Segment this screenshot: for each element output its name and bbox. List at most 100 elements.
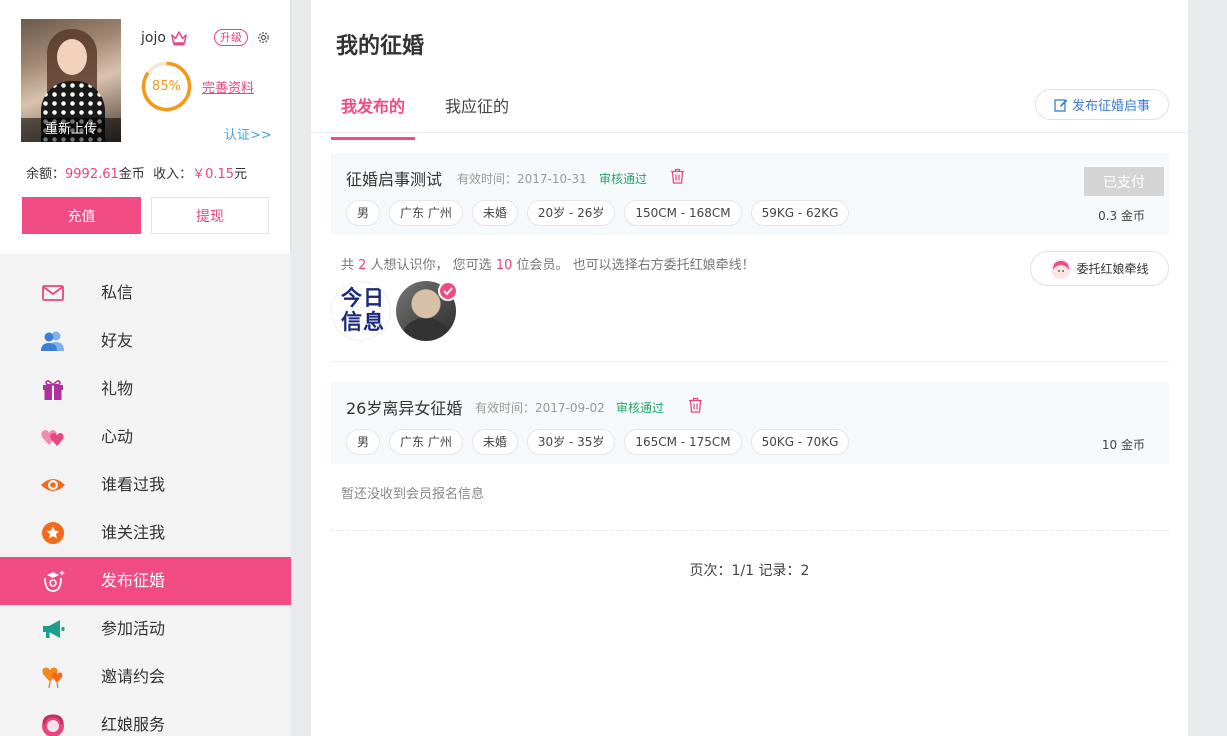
trash-icon[interactable] xyxy=(688,397,703,413)
sidebar-item-label: 发布征婚 xyxy=(101,571,166,590)
recharge-button[interactable]: 充值 xyxy=(22,197,141,234)
gear-icon[interactable] xyxy=(256,30,271,45)
income-unit: 元 xyxy=(234,167,248,182)
eye-icon xyxy=(41,479,65,491)
paid-button: 已支付 xyxy=(1084,167,1164,196)
post-tags: 男 广东 广州 未婚 30岁 - 35岁 165CM - 175CM 50KG … xyxy=(346,429,850,455)
page-title: 我的征婚 xyxy=(336,34,425,59)
sidebar-item-visitors[interactable]: 谁看过我 xyxy=(0,461,291,509)
balance-unit: 金币 xyxy=(118,167,145,182)
sidebar-item-matchmaker[interactable]: 红娘服务 xyxy=(0,701,291,736)
sidebar-item-publish[interactable]: 发布征婚 xyxy=(0,557,291,605)
post-tags: 男 广东 广州 未婚 20岁 - 26岁 150CM - 168CM 59KG … xyxy=(346,200,850,226)
withdraw-button[interactable]: 提现 xyxy=(151,197,269,234)
balloon-heart-icon xyxy=(42,667,63,689)
post-coin-amount: 0.3 金币 xyxy=(1098,209,1145,223)
tag-height: 165CM - 175CM xyxy=(624,429,742,455)
post-card: 26岁离异女征婚 有效时间：2017-09-02 审核通过 男 广东 广州 未婚… xyxy=(331,382,1169,464)
post-title[interactable]: 征婚启事测试 xyxy=(346,166,442,190)
sidebar-item-label: 私信 xyxy=(101,283,134,302)
balance-value: 9992.61 xyxy=(65,167,119,182)
pagination-info: 页次：1/1 记录：2 xyxy=(689,563,810,579)
post-card: 征婚启事测试 有效时间：2017-10-31 审核通过 男 广东 广州 未婚 2… xyxy=(331,153,1169,235)
reupload-avatar-button[interactable]: 重新上传 xyxy=(21,118,121,142)
tag-marital: 未婚 xyxy=(471,200,518,226)
trash-icon[interactable] xyxy=(670,168,685,184)
tag-height: 150CM - 168CM xyxy=(624,200,742,226)
profile-progress-text: 85% xyxy=(152,79,181,94)
post-status-badge: 审核通过 xyxy=(616,401,665,415)
member-avatar[interactable]: 今日信息 xyxy=(331,281,391,341)
tab-my-applications[interactable]: 我应征的 xyxy=(435,93,519,137)
interest-summary: 共 2 人想认识你， 您可选 10 位会员。 也可以选择右方委托红娘牵线！ xyxy=(341,254,755,273)
sidebar-item-label: 红娘服务 xyxy=(101,715,166,734)
post-coin-amount: 10 金币 xyxy=(1101,438,1145,452)
matchmaker-label: 委托红娘牵线 xyxy=(1076,262,1149,276)
tag-location: 广东 广州 xyxy=(389,429,463,455)
publish-post-button[interactable]: 发布征婚启事 xyxy=(1035,89,1169,120)
sidebar-item-label: 谁关注我 xyxy=(101,523,166,542)
post-valid-date: 有效时间：2017-10-31 xyxy=(457,172,587,186)
post-status-badge: 审核通过 xyxy=(599,172,648,186)
tag-gender: 男 xyxy=(346,429,381,455)
no-signup-message: 暂还没收到会员报名信息 xyxy=(341,487,485,502)
selectable-count: 10 xyxy=(495,258,513,273)
section-divider xyxy=(331,361,1169,362)
sidebar-item-messages[interactable]: 私信 xyxy=(0,269,291,317)
sidebar-item-dates[interactable]: 邀请约会 xyxy=(0,653,291,701)
tag-age: 30岁 - 35岁 xyxy=(526,429,616,455)
crown-icon xyxy=(171,31,187,46)
verified-badge xyxy=(438,281,458,301)
hearts-icon xyxy=(41,430,64,446)
friends-icon xyxy=(41,331,64,351)
username: jojo xyxy=(141,30,166,46)
upgrade-badge[interactable]: 升级 xyxy=(214,29,248,46)
tag-age: 20岁 - 26岁 xyxy=(526,200,616,226)
publish-icon xyxy=(44,570,65,592)
gift-icon xyxy=(43,380,63,400)
main-panel: 我的征婚 我发布的 我应征的 发布征婚启事 征婚启事测试 有效时间：2017-1… xyxy=(311,0,1188,736)
sidebar-item-followers[interactable]: 谁关注我 xyxy=(0,509,291,557)
balance-label: 余额： xyxy=(26,167,66,182)
sidebar-item-label: 谁看过我 xyxy=(101,475,166,494)
verify-link[interactable]: 认证>> xyxy=(224,124,272,143)
interest-suffix: 位会员。 也可以选择右方委托红娘牵线！ xyxy=(512,258,755,273)
matchmaker-icon xyxy=(42,714,64,736)
post-title[interactable]: 26岁离异女征婚 xyxy=(346,395,462,419)
sidebar-item-gifts[interactable]: 礼物 xyxy=(0,365,291,413)
profile-panel: 重新上传 jojo 升级 85% 完善资料 认证>> 余额：9992.61金币 … xyxy=(0,0,291,254)
sidebar-item-crush[interactable]: 心动 xyxy=(0,413,291,461)
tag-location: 广东 广州 xyxy=(389,200,463,226)
sidebar: 重新上传 jojo 升级 85% 完善资料 认证>> 余额：9992.61金币 … xyxy=(0,0,291,736)
balance-row: 余额：9992.61金币 收入：￥0.15元 xyxy=(26,163,247,182)
sidebar-item-label: 礼物 xyxy=(101,379,134,398)
publish-post-label: 发布征婚启事 xyxy=(1071,99,1150,114)
tag-marital: 未婚 xyxy=(471,429,518,455)
member-logo-text: 今日信息 xyxy=(341,286,385,334)
sidebar-item-events[interactable]: 参加活动 xyxy=(0,605,291,653)
tag-weight: 59KG - 62KG xyxy=(750,200,850,226)
tag-weight: 50KG - 70KG xyxy=(750,429,850,455)
tab-my-posts[interactable]: 我发布的 xyxy=(331,93,416,140)
income-label: 收入： xyxy=(153,167,193,182)
post-valid-date: 有效时间：2017-09-02 xyxy=(475,401,605,415)
complete-profile-link[interactable]: 完善资料 xyxy=(202,77,254,96)
user-avatar[interactable]: 重新上传 xyxy=(21,19,121,142)
sidebar-item-label: 参加活动 xyxy=(101,619,166,638)
edit-icon xyxy=(1054,98,1068,112)
interest-mid: 人想认识你， 您可选 xyxy=(366,258,496,273)
star-icon xyxy=(42,522,64,544)
sidebar-item-label: 心动 xyxy=(101,427,134,446)
mail-icon xyxy=(42,285,64,301)
sidebar-item-friends[interactable]: 好友 xyxy=(0,317,291,365)
section-divider xyxy=(331,530,1169,531)
sidebar-nav: 私信 好友 礼物 心动 谁看过我 谁关注我 发布征婚 参加活动 邀请约会 红娘服… xyxy=(0,269,291,736)
megaphone-icon xyxy=(43,620,65,638)
sidebar-item-label: 好友 xyxy=(101,331,134,350)
avatar-face xyxy=(57,39,87,75)
interest-prefix: 共 xyxy=(341,258,359,273)
income-value: ￥0.15 xyxy=(192,167,235,182)
sidebar-item-label: 邀请约会 xyxy=(101,667,166,686)
check-icon xyxy=(443,287,453,296)
matchmaker-button[interactable]: 委托红娘牵线 xyxy=(1030,251,1169,286)
